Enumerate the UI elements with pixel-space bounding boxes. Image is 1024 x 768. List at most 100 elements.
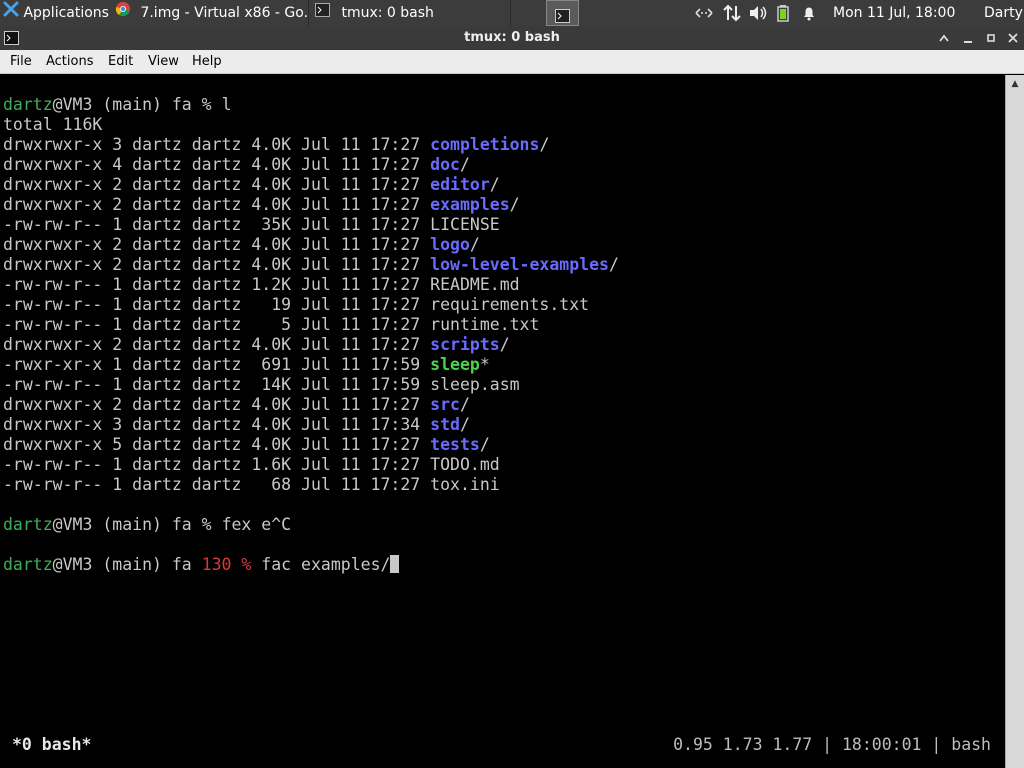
file-suffix: * [479, 355, 490, 374]
file-suffix: / [479, 435, 490, 454]
file-meta: -rw-rw-r-- 1 dartz dartz 14K Jul 11 17:5… [3, 375, 431, 394]
file-meta: -rw-rw-r-- 1 dartz dartz 68 Jul 11 17:27 [3, 475, 431, 494]
top-panel: Applications ☰ 7.img - Virtual x86 - Go.… [0, 0, 1024, 26]
file-name: std [430, 415, 460, 434]
file-suffix: / [608, 255, 619, 274]
listing-row: drwxrwxr-x 2 dartz dartz 4.0K Jul 11 17:… [3, 235, 480, 255]
chevron-up-icon[interactable] [933, 26, 955, 50]
listing-row: -rwxr-xr-x 1 dartz dartz 691 Jul 11 17:5… [3, 355, 490, 375]
window-titlebar[interactable]: tmux: 0 bash [0, 26, 1024, 50]
prompt-host: @VM3 (main) fa [52, 555, 202, 574]
menu-view[interactable]: View [148, 50, 179, 73]
battery-icon[interactable] [776, 0, 792, 26]
exit-status: 130 % [201, 555, 252, 574]
prompt-host: @VM3 (main) fa % [52, 95, 222, 114]
notification-bell-icon[interactable] [801, 0, 819, 26]
file-name: scripts [430, 335, 500, 354]
file-suffix: / [499, 335, 510, 354]
task-terminal[interactable]: tmux: 0 bash [310, 0, 511, 26]
file-name: completions [430, 135, 540, 154]
file-suffix: / [459, 155, 470, 174]
listing-row: drwxrwxr-x 2 dartz dartz 4.0K Jul 11 17:… [3, 395, 470, 415]
listing-row: drwxrwxr-x 2 dartz dartz 4.0K Jul 11 17:… [3, 335, 510, 355]
file-meta: drwxrwxr-x 2 dartz dartz 4.0K Jul 11 17:… [3, 335, 431, 354]
menubar: File Actions Edit View Help [0, 50, 1024, 74]
listing-row: drwxrwxr-x 3 dartz dartz 4.0K Jul 11 17:… [3, 135, 549, 155]
close-icon[interactable] [1002, 26, 1024, 50]
scrollbar[interactable]: ▲ [1005, 75, 1024, 768]
terminal-icon [315, 0, 330, 26]
chrome-icon [115, 0, 131, 26]
task-chrome[interactable]: 7.img - Virtual x86 - Go... [112, 0, 309, 26]
file-suffix: / [469, 235, 480, 254]
file-suffix: / [459, 395, 470, 414]
applications-menu[interactable]: Applications ☰ [0, 0, 110, 26]
file-meta: drwxrwxr-x 2 dartz dartz 4.0K Jul 11 17:… [3, 175, 431, 194]
listing-row: -rw-rw-r-- 1 dartz dartz 5 Jul 11 17:27 … [3, 315, 539, 335]
file-meta: -rw-rw-r-- 1 dartz dartz 35K Jul 11 17:2… [3, 215, 431, 234]
file-meta: -rwxr-xr-x 1 dartz dartz 691 Jul 11 17:5… [3, 355, 431, 374]
file-name: runtime.txt [430, 315, 540, 334]
file-name: sleep [430, 355, 480, 374]
task-terminal-label: tmux: 0 bash [341, 5, 434, 21]
window-title: tmux: 0 bash [464, 30, 560, 45]
prompt-host: @VM3 (main) fa % [52, 515, 222, 534]
file-name: src [430, 395, 460, 414]
scroll-up-arrow-icon[interactable]: ▲ [1008, 77, 1022, 91]
file-meta: drwxrwxr-x 4 dartz dartz 4.0K Jul 11 17:… [3, 155, 431, 174]
tmux-window-indicator[interactable]: *0 bash* [12, 735, 91, 755]
menu-file[interactable]: File [10, 50, 32, 73]
workspace-terminal-button[interactable] [546, 0, 579, 26]
prompt-line: dartz@VM3 (main) fa % l [3, 95, 232, 115]
transfer-arrows-icon[interactable] [722, 0, 742, 26]
menu-help[interactable]: Help [192, 50, 222, 73]
listing-row: drwxrwxr-x 5 dartz dartz 4.0K Jul 11 17:… [3, 435, 490, 455]
prompt-user: dartz [3, 95, 53, 114]
file-name: examples [430, 195, 510, 214]
maximize-icon[interactable] [980, 26, 1002, 50]
file-meta: drwxrwxr-x 2 dartz dartz 4.0K Jul 11 17:… [3, 235, 431, 254]
file-name: tests [430, 435, 480, 454]
prompt-command: fac examples/ [251, 555, 391, 574]
file-meta: drwxrwxr-x 2 dartz dartz 4.0K Jul 11 17:… [3, 195, 431, 214]
prompt-user: dartz [3, 555, 53, 574]
file-name: doc [430, 155, 460, 174]
prompt-line: dartz@VM3 (main) fa % fex e^C [3, 515, 291, 535]
file-name: README.md [430, 275, 520, 294]
listing-row: drwxrwxr-x 2 dartz dartz 4.0K Jul 11 17:… [3, 175, 500, 195]
prompt-line-current: dartz@VM3 (main) fa 130 % fac examples/ [3, 555, 400, 575]
listing-total: total 116K [3, 115, 103, 134]
file-name: LICENSE [430, 215, 500, 234]
terminal-icon [555, 6, 570, 25]
file-name: logo [430, 235, 470, 254]
file-name: low-level-examples [430, 255, 609, 274]
network-icon[interactable] [694, 0, 716, 26]
user-menu[interactable]: Darty uwu [984, 0, 1024, 26]
file-meta: -rw-rw-r-- 1 dartz dartz 19 Jul 11 17:27 [3, 295, 431, 314]
file-meta: -rw-rw-r-- 1 dartz dartz 1.2K Jul 11 17:… [3, 275, 431, 294]
listing-row: drwxrwxr-x 3 dartz dartz 4.0K Jul 11 17:… [3, 415, 470, 435]
file-name: sleep.asm [430, 375, 520, 394]
volume-icon[interactable] [747, 0, 769, 26]
file-meta: drwxrwxr-x 3 dartz dartz 4.0K Jul 11 17:… [3, 135, 431, 154]
file-meta: drwxrwxr-x 5 dartz dartz 4.0K Jul 11 17:… [3, 435, 431, 454]
listing-row: drwxrwxr-x 4 dartz dartz 4.0K Jul 11 17:… [3, 155, 470, 175]
listing-row: -rw-rw-r-- 1 dartz dartz 35K Jul 11 17:2… [3, 215, 500, 235]
prompt-command: l [221, 95, 232, 114]
minimize-icon[interactable] [957, 26, 979, 50]
menu-actions[interactable]: Actions [46, 50, 94, 73]
file-name: tox.ini [430, 475, 500, 494]
file-name: requirements.txt [430, 295, 590, 314]
listing-row: -rw-rw-r-- 1 dartz dartz 1.2K Jul 11 17:… [3, 275, 520, 295]
file-meta: drwxrwxr-x 2 dartz dartz 4.0K Jul 11 17:… [3, 255, 431, 274]
task-chrome-label: 7.img - Virtual x86 - Go... [140, 5, 309, 21]
file-meta: drwxrwxr-x 3 dartz dartz 4.0K Jul 11 17:… [3, 415, 431, 434]
listing-row: -rw-rw-r-- 1 dartz dartz 19 Jul 11 17:27… [3, 295, 589, 315]
file-suffix: / [539, 135, 550, 154]
file-meta: drwxrwxr-x 2 dartz dartz 4.0K Jul 11 17:… [3, 395, 431, 414]
file-name: TODO.md [430, 455, 500, 474]
menu-edit[interactable]: Edit [108, 50, 133, 73]
file-meta: -rw-rw-r-- 1 dartz dartz 5 Jul 11 17:27 [3, 315, 431, 334]
listing-row: -rw-rw-r-- 1 dartz dartz 14K Jul 11 17:5… [3, 375, 520, 395]
clock[interactable]: Mon 11 Jul, 18:00 [833, 0, 973, 26]
